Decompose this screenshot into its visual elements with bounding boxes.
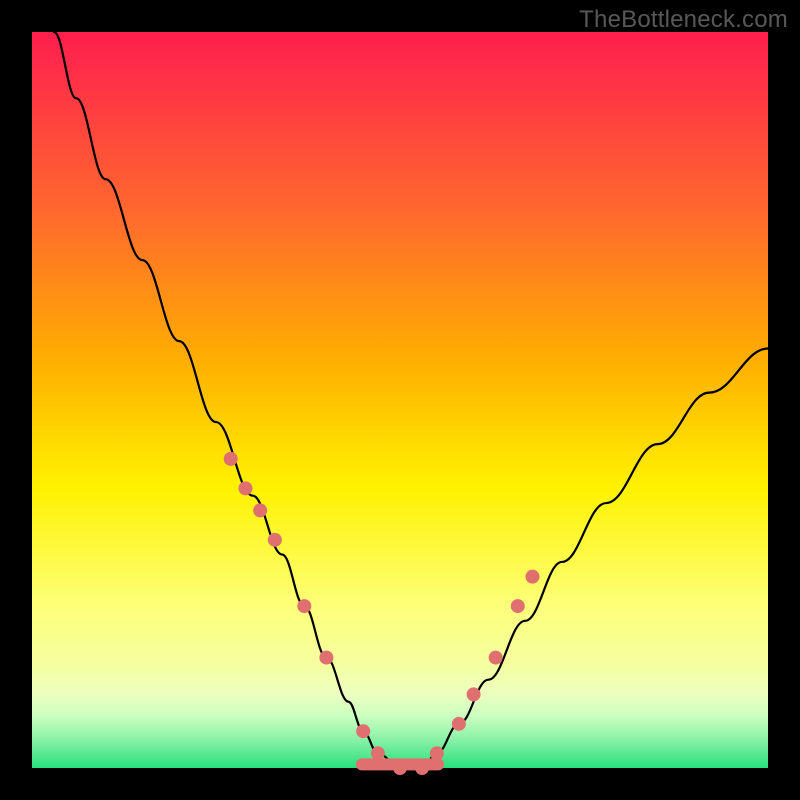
chart-background [32,32,768,768]
curve-marker [525,570,539,584]
curve-marker [467,687,481,701]
watermark-text: TheBottleneck.com [579,6,788,34]
curve-marker [297,599,311,613]
curve-marker [253,503,267,517]
curve-flat-segment [356,758,444,770]
curve-marker [511,599,525,613]
curve-marker [319,651,333,665]
curve-marker [371,746,385,760]
curve-marker [430,746,444,760]
chart-frame: TheBottleneck.com [0,0,800,800]
curve-marker [224,452,238,466]
chart-canvas [0,0,800,800]
curve-marker [238,481,252,495]
curve-marker [452,717,466,731]
curve-marker [268,533,282,547]
curve-marker [356,724,370,738]
curve-marker [489,651,503,665]
